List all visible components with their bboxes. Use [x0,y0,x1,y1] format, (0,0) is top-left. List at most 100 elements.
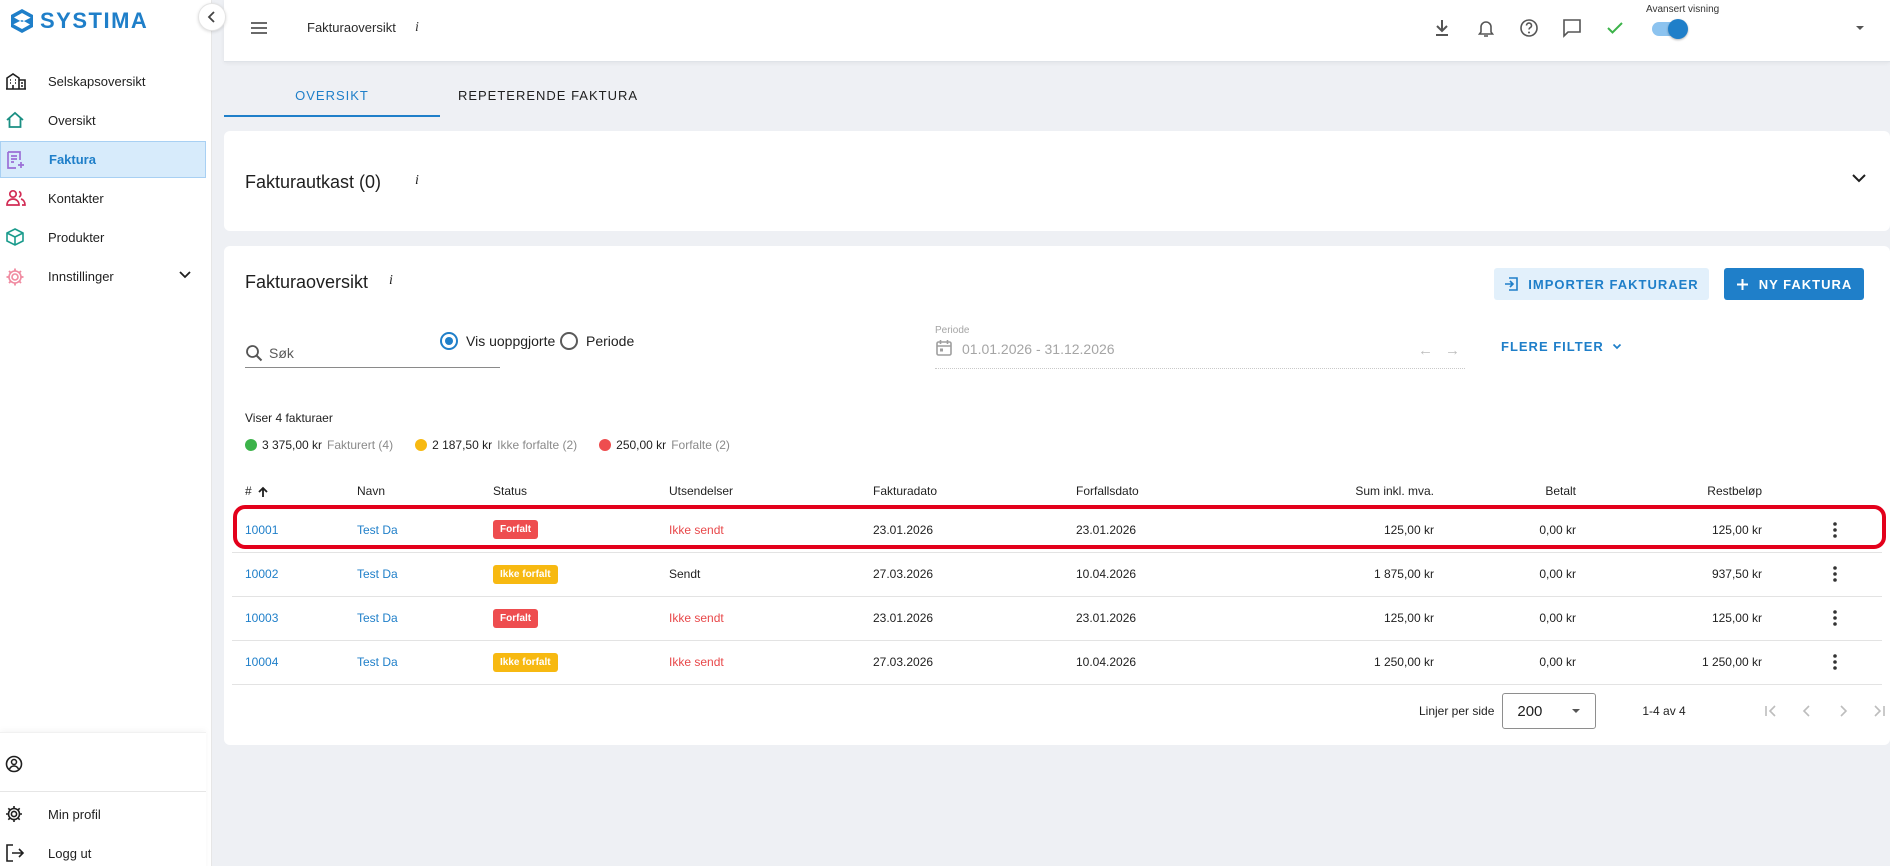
sidebar-item-label: Logg ut [48,846,92,861]
bell-icon[interactable] [1476,18,1496,38]
customer-name-link[interactable]: Test Da [357,655,398,669]
radio-unsettled[interactable]: Vis uoppgjorte [440,332,555,350]
chevron-down-icon[interactable] [1851,172,1867,184]
table-row[interactable]: 10004 Test Da Ikke forfalt Ikke sendt 27… [232,640,1882,685]
table-header-row: # Navn Status Utsendelser Fakturadato Fo… [232,474,1882,508]
more-filters-button[interactable]: FLERE FILTER [1501,339,1622,354]
col-actions [1774,474,1882,508]
customer-name-link[interactable]: Test Da [357,567,398,581]
rest-amount: 1 250,00 kr [1588,640,1774,685]
invoice-number-link[interactable]: 10003 [245,611,278,625]
col-sendings[interactable]: Utsendelser [656,474,860,508]
checkmark-icon[interactable] [1605,18,1625,38]
drafts-panel[interactable]: Fakturautkast (0) i [224,131,1890,231]
drafts-title: Fakturautkast (0) [245,172,382,192]
sidebar-item-kontakter[interactable]: Kontakter [0,180,206,217]
sending-status: Ikke sendt [669,522,724,537]
chevron-down-icon[interactable] [178,270,192,280]
sidebar-item-produkter[interactable]: Produkter [0,219,206,256]
tab-repeterende-faktura[interactable]: REPETERENDE FAKTURA [440,80,656,117]
more-vert-icon[interactable] [1787,565,1882,583]
lines-per-page-value: 200 [1517,702,1543,720]
new-invoice-button[interactable]: NY FAKTURA [1724,268,1864,300]
status-badge: Ikke forfalt [493,652,558,672]
chevron-down-icon [1612,343,1621,350]
download-icon[interactable] [1433,18,1451,38]
customer-name-link[interactable]: Test Da [357,523,398,537]
status-badge: Ikke forfalt [493,564,558,584]
sidebar-item-oversikt[interactable]: Oversikt [0,102,206,139]
sum-amount: 125,00 kr [1263,596,1446,641]
paid-amount: 0,00 kr [1446,508,1588,553]
col-invoice-date[interactable]: Fakturadato [860,474,1063,508]
info-icon[interactable]: i [415,20,419,36]
collapse-sidebar-button[interactable] [198,3,226,31]
table-row[interactable]: 10001 Test Da Forfalt Ikke sendt 23.01.2… [232,508,1882,553]
plus-icon [1736,278,1748,290]
due-date: 10.04.2026 [1063,552,1263,597]
more-vert-icon[interactable] [1787,521,1882,539]
col-status[interactable]: Status [480,474,656,508]
radio-period[interactable]: Periode [560,332,634,350]
col-number[interactable]: # [232,474,344,508]
caret-down-icon[interactable] [1854,24,1866,32]
sidebar-item-label: Selskapsoversikt [48,74,146,89]
arrow-left-icon[interactable]: ← [1418,342,1433,359]
col-name[interactable]: Navn [344,474,480,508]
legend-label: Fakturert (4) [327,438,394,452]
last-page-icon[interactable] [1872,704,1886,718]
invoice-number-link[interactable]: 10001 [245,523,278,537]
radio-circle-checked[interactable] [440,332,458,350]
top-bar: Fakturaoversikt i Avansert visning [224,0,1890,62]
prev-page-icon[interactable] [1800,704,1814,718]
sidebar-item-selskapsoversikt[interactable]: Selskapsoversikt [0,63,206,100]
period-label: Periode [935,325,970,336]
col-rest[interactable]: Restbeløp [1588,474,1774,508]
advanced-view-toggle[interactable] [1652,19,1688,39]
pagination: Linjer per side 200 1-4 av 4 [1419,693,1886,729]
settings-icon [5,267,25,287]
invoice-number-link[interactable]: 10002 [245,567,278,581]
account-item[interactable] [0,749,206,779]
sidebar-item-min-profil[interactable]: Min profil [0,796,206,833]
arrow-right-icon[interactable]: → [1445,342,1460,359]
table-row[interactable]: 10002 Test Da Ikke forfalt Sendt 27.03.2… [232,552,1882,597]
table-row[interactable]: 10003 Test Da Forfalt Ikke sendt 23.01.2… [232,596,1882,641]
more-vert-icon[interactable] [1787,653,1882,671]
col-sum[interactable]: Sum inkl. mva. [1263,474,1446,508]
help-icon[interactable] [1519,18,1539,38]
info-icon[interactable]: i [389,273,393,289]
rest-amount: 125,00 kr [1588,508,1774,553]
paid-amount: 0,00 kr [1446,640,1588,685]
chat-icon[interactable] [1562,18,1582,38]
col-paid[interactable]: Betalt [1446,474,1588,508]
logo-text: SYSTIMA [40,8,149,33]
radio-period-label: Periode [586,333,635,349]
next-page-icon[interactable] [1836,704,1850,718]
import-icon [1505,277,1519,291]
contacts-icon [5,189,27,207]
info-icon[interactable]: i [415,173,419,189]
customer-name-link[interactable]: Test Da [357,611,398,625]
arrow-up-icon [258,486,268,497]
first-page-icon[interactable] [1764,704,1778,718]
menu-icon[interactable] [249,19,269,37]
more-vert-icon[interactable] [1787,609,1882,627]
sidebar-item-innstillinger[interactable]: Innstillinger [0,258,206,295]
radio-circle[interactable] [560,332,578,350]
tab-oversikt[interactable]: OVERSIKT [224,80,440,117]
sum-amount: 125,00 kr [1263,508,1446,553]
search-icon [246,344,263,361]
import-invoices-button[interactable]: IMPORTER FAKTURAER [1494,268,1709,300]
invoice-date: 23.01.2026 [860,508,1063,553]
col-due-date[interactable]: Forfallsdato [1063,474,1263,508]
sidebar-item-label: Innstillinger [48,269,114,284]
sending-status: Ikke sendt [669,611,724,625]
sidebar-item-faktura[interactable]: Faktura [0,141,206,178]
invoice-number-link[interactable]: 10004 [245,655,278,669]
overview-title: Fakturaoversikt [245,272,369,292]
status-badge: Forfalt [493,520,539,540]
logo: SYSTIMA [10,8,148,34]
lines-per-page-select[interactable]: 200 [1502,693,1597,729]
sidebar-item-logg-ut[interactable]: Logg ut [0,835,206,866]
